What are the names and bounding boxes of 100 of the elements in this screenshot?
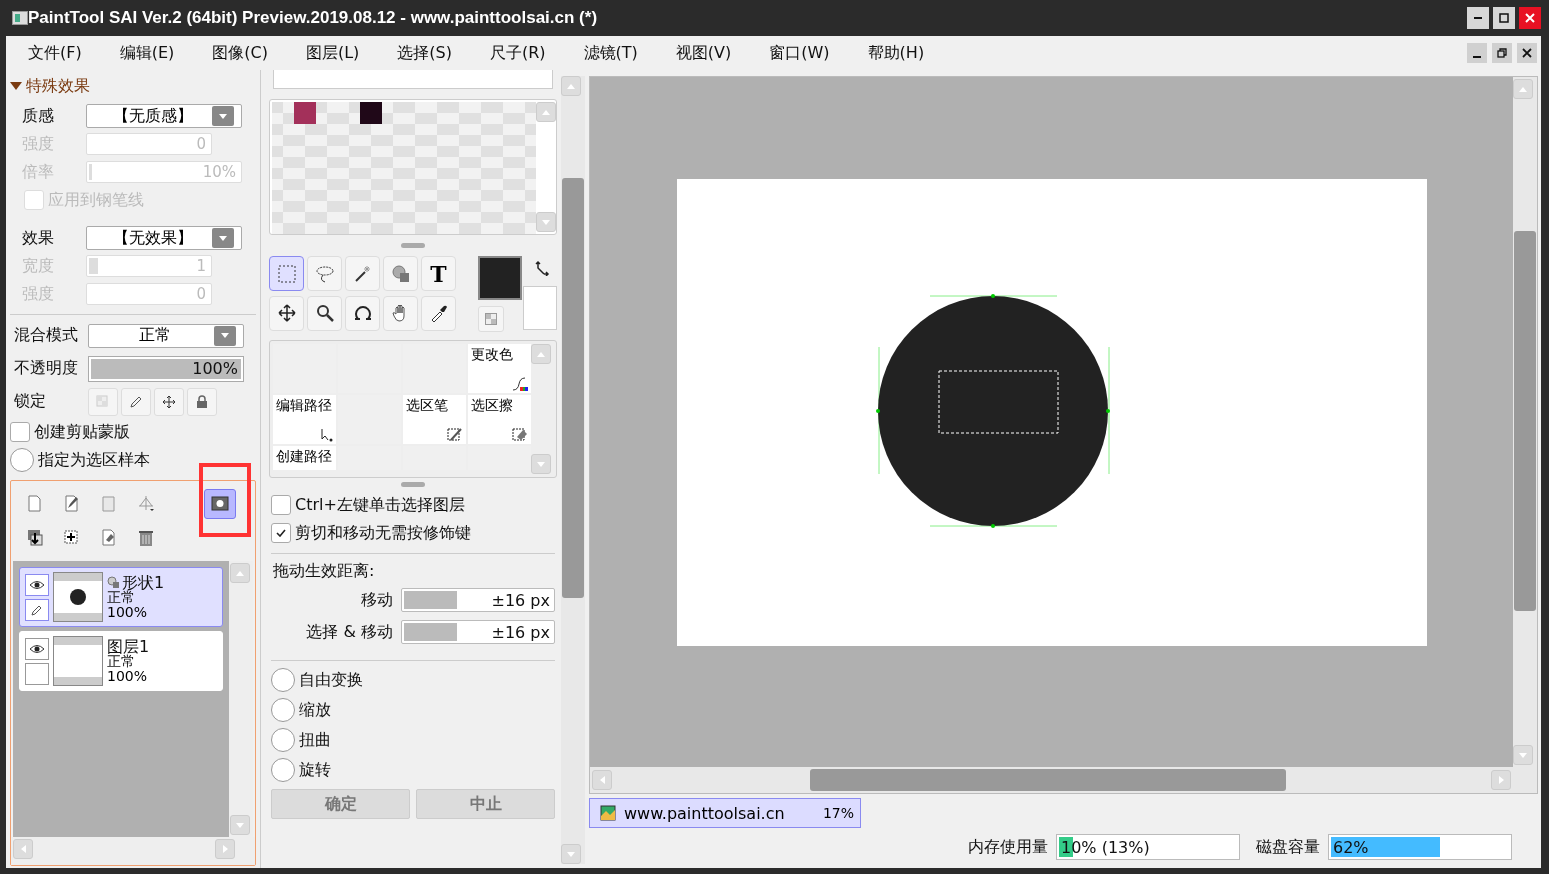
visibility-toggle[interactable] — [25, 573, 49, 596]
layer-name: 图层1 — [107, 638, 150, 654]
scroll-down-button[interactable] — [1513, 745, 1533, 765]
radio-button[interactable] — [10, 448, 34, 472]
menu-item[interactable]: 图像(C) — [200, 42, 280, 64]
swap-arrows-icon[interactable] — [535, 260, 551, 276]
menu-item[interactable]: 选择(S) — [385, 42, 464, 64]
menu-item[interactable]: 图层(L) — [293, 42, 372, 64]
minimize-button[interactable] — [1467, 7, 1489, 29]
foreground-color-swatch[interactable] — [478, 256, 522, 300]
radio-button[interactable] — [271, 668, 295, 692]
option-label: 缩放 — [299, 699, 331, 721]
scroll-down-button[interactable] — [531, 454, 551, 474]
scroll-left-button[interactable] — [592, 770, 612, 790]
menu-item[interactable]: 窗口(W) — [757, 42, 842, 64]
scroll-left-button[interactable] — [13, 839, 33, 859]
dropdown[interactable]: 【无效果】 — [86, 226, 242, 250]
checkbox[interactable] — [271, 495, 291, 515]
dropdown[interactable]: 【无质感】 — [86, 104, 242, 128]
rectangle-select-icon — [276, 263, 297, 284]
option-label: 自由变换 — [299, 669, 363, 691]
edit-toggle[interactable] — [25, 598, 49, 621]
edit-toggle[interactable] — [25, 662, 49, 685]
down-arrow-icon — [236, 822, 244, 828]
scroll-up-button[interactable] — [561, 76, 581, 96]
close-button[interactable] — [1517, 43, 1537, 63]
lock-all-button[interactable] — [187, 387, 217, 416]
blend-mode-text: 正常 — [107, 589, 135, 605]
text-field[interactable] — [273, 70, 553, 89]
tool-label: 编辑路径 — [276, 397, 333, 415]
menu-item[interactable]: 编辑(E) — [107, 42, 187, 64]
color-swatch[interactable] — [294, 102, 316, 124]
menu-item[interactable]: 帮助(H) — [855, 42, 937, 64]
color-swatch[interactable] — [360, 102, 382, 124]
distance-slider[interactable]: ±16 px — [401, 620, 555, 644]
radio-button[interactable] — [271, 758, 295, 782]
blend-mode-text: 正常 — [107, 653, 135, 669]
tool-slot[interactable]: 编辑路径 — [273, 395, 336, 444]
trash-icon — [136, 528, 156, 548]
down-arrow-icon — [1519, 752, 1527, 758]
radio-button[interactable] — [271, 698, 295, 722]
tool-slot[interactable]: 选区擦 — [468, 395, 531, 444]
menu-item[interactable]: 尺子(R) — [478, 42, 558, 64]
scrollbar-thumb[interactable] — [562, 178, 584, 598]
option-label: 指定为选区样本 — [38, 449, 150, 471]
restore-icon — [1497, 48, 1507, 58]
resize-grip[interactable] — [401, 243, 425, 248]
disk-meter: 62% — [1328, 834, 1512, 860]
tool-slot[interactable]: 选区笔 — [403, 395, 466, 444]
lock-paint-button[interactable] — [121, 387, 151, 416]
restore-button[interactable] — [1492, 43, 1512, 63]
app-icon — [12, 11, 28, 25]
scroll-up-button[interactable] — [536, 102, 556, 122]
window-title: PaintTool SAI Ver.2 (64bit) Preview.2019.08.12 - www.painttoolsai.cn (*) — [28, 8, 599, 28]
scroll-down-button[interactable] — [561, 844, 581, 864]
menu-item[interactable]: 文件(F) — [16, 42, 94, 64]
layer-name: 形状1 — [122, 574, 165, 590]
scroll-up-button[interactable] — [1513, 79, 1533, 99]
checkbox[interactable] — [271, 523, 291, 543]
rotate-icon — [352, 303, 373, 323]
scrollbar-thumb[interactable] — [1514, 231, 1536, 611]
visibility-toggle[interactable] — [25, 637, 49, 660]
checkbox-label: 剪切和移动无需按修饰键 — [295, 522, 471, 544]
tool-slot[interactable]: 更改色 — [468, 344, 531, 393]
left-arrow-icon — [20, 845, 26, 853]
distance-slider[interactable]: ±16 px — [401, 588, 555, 612]
scrollbar-thumb[interactable] — [810, 769, 1286, 791]
transparent-color-button[interactable] — [478, 306, 504, 332]
resize-grip[interactable] — [401, 482, 425, 487]
scroll-right-button[interactable] — [215, 839, 235, 859]
layer-row[interactable]: 形状1 正常 100% — [19, 567, 223, 627]
menu-item[interactable]: 滤镜(T) — [571, 42, 650, 64]
up-arrow-icon — [537, 351, 545, 357]
lock-move-button[interactable] — [154, 387, 184, 416]
checkbox[interactable] — [10, 422, 30, 442]
scroll-down-button[interactable] — [536, 212, 556, 232]
up-arrow-icon — [567, 83, 575, 89]
left-arrow-icon — [599, 776, 605, 784]
maximize-button[interactable] — [1493, 7, 1515, 29]
scroll-down-button[interactable] — [230, 815, 250, 835]
shape-icon — [390, 263, 411, 284]
circle-shape-drawing[interactable] — [875, 293, 1110, 528]
scroll-right-button[interactable] — [1491, 770, 1511, 790]
layer-row[interactable]: 图层1 正常 100% — [19, 631, 223, 691]
tool-label: 选区笔 — [406, 397, 449, 415]
right-arrow-icon — [1498, 776, 1504, 784]
status-label: 磁盘容量 — [1256, 836, 1320, 858]
background-color-swatch[interactable] — [523, 286, 557, 330]
layer-tool-button[interactable] — [204, 489, 236, 519]
scroll-up-button[interactable] — [230, 563, 250, 583]
document-tab[interactable]: www.painttoolsai.cn 17% — [589, 798, 861, 828]
blend-mode-dropdown[interactable]: 正常 — [88, 323, 244, 348]
radio-button[interactable] — [271, 728, 295, 752]
up-arrow-icon — [1519, 86, 1527, 92]
scroll-up-button[interactable] — [531, 344, 551, 364]
tool-button[interactable]: T — [421, 256, 456, 291]
opacity-slider[interactable]: 100% — [88, 355, 244, 382]
minimize-button[interactable] — [1467, 43, 1487, 63]
menu-item[interactable]: 视图(V) — [663, 42, 744, 64]
layer-thumbnail — [53, 572, 103, 622]
